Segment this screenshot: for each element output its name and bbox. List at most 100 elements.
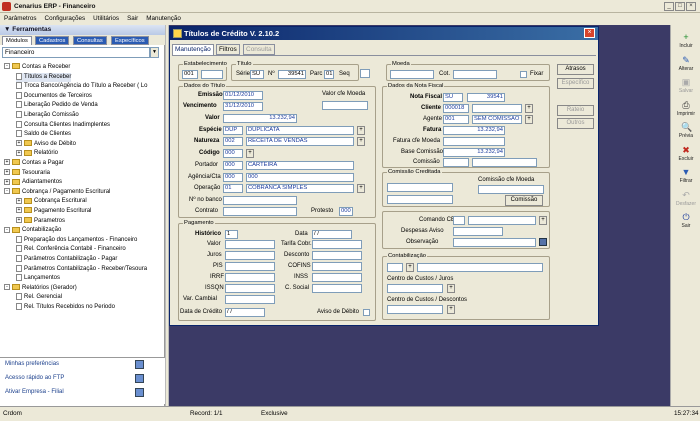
toolbar-edit-button[interactable]: ✎ Alterar [673,54,699,76]
quick-link-ftp[interactable]: Acesso rápido ao FTP [5,375,64,381]
tree-item[interactable]: Documentos de Terceiros [16,91,92,101]
toolbar-filter-button[interactable]: ▼ Filtrar [673,166,699,188]
tree-item[interactable]: + Contas a Pagar [4,159,64,168]
toolbar-save-button[interactable]: ▣ Salvar [673,76,699,98]
conta-field[interactable]: 000 [246,173,354,182]
expand-icon[interactable]: + [4,159,10,166]
tab-especificos[interactable]: Específicos [111,36,149,45]
protesto-field[interactable]: 000 [339,207,353,216]
toolbar-undo-button[interactable]: ↶ Desfazer [673,189,699,211]
especifico-button[interactable]: Específico [557,78,594,89]
var-cambial-field[interactable] [225,295,275,304]
portador-code-field[interactable]: 000 [223,161,243,170]
expand-icon[interactable]: + [16,149,22,156]
tab-filtros[interactable]: Filtros [216,44,240,55]
natureza-lookup-button[interactable]: + [357,137,365,146]
contab-desc-field[interactable] [417,263,543,272]
comissao-field[interactable] [443,158,469,167]
agencia-field[interactable]: 000 [223,173,243,182]
agente-field[interactable]: 001 [443,115,469,124]
tree-item[interactable]: Rel. Conferência Contabil - Financeiro [16,245,126,254]
comissao-moeda-field[interactable] [478,185,544,194]
especie-desc-field[interactable]: DUPLICATA [246,126,354,135]
tree-item[interactable]: + Tesouraria [4,169,50,178]
toolbar-plus-button[interactable]: + Incluir [673,31,699,53]
cotacao-field[interactable] [453,70,497,79]
agente-desc-field[interactable]: SEM COMISSÃO [472,115,522,124]
seq-field[interactable] [360,69,370,78]
comando-ce-desc-field[interactable] [468,216,536,225]
natureza-code-field[interactable]: 002 [223,137,243,146]
estabelecimento-field-2[interactable] [201,70,223,79]
tree-item[interactable]: Rel. Gerencial [16,293,62,302]
toolbar-delete-button[interactable]: ✖ Excluir [673,144,699,166]
tab-cadastros[interactable]: Cadastros [35,36,70,45]
tree-item[interactable]: Preparação dos Lançamentos - Financeiro [16,235,137,245]
quick-link-empresa[interactable]: Ativar Empresa - Filial [5,389,64,395]
irrf-field[interactable] [225,273,275,282]
tree-item[interactable]: + Adiantamentos [4,178,62,187]
menu-parametros[interactable]: Parâmetros [0,13,41,22]
cliente-nome-field[interactable] [472,104,522,113]
collapse-icon[interactable]: - [4,284,10,291]
vencimento-field[interactable]: 31/12/2010 [223,102,263,111]
comissao-button[interactable]: Comissão [505,195,543,206]
atrasos-button[interactable]: Atrasos [557,64,594,75]
maximize-icon[interactable]: □ [675,2,685,11]
moeda-field[interactable] [390,70,434,79]
especie-lookup-button[interactable]: + [357,126,365,135]
cc-descontos-field[interactable] [387,305,443,314]
tree-item[interactable]: + Pagamento Escritural [16,207,91,216]
numero-field[interactable]: 39541 [278,70,306,79]
natureza-desc-field[interactable]: RECEITA DE VENDAS [246,137,354,146]
desconto-field[interactable] [312,251,362,260]
fatura-field[interactable]: 13.232,94 [443,126,505,135]
agente-lookup-button[interactable]: + [525,115,533,124]
operacao-code-field[interactable]: 01 [223,184,243,193]
estabelecimento-field[interactable]: 001 [182,70,198,79]
tree-item[interactable]: + Aviso de Débito [16,140,76,149]
quick-link-preferencias[interactable]: Minhas preferências [5,361,59,367]
comissao-creditada-field[interactable] [387,183,453,192]
toolbar-print-button[interactable]: ⎙ Imprimir [673,99,699,121]
cc-juros-field[interactable] [387,284,443,293]
tree-item[interactable]: Troca Banco/Agência do Título a Receber … [16,82,147,91]
juros-field[interactable] [225,251,275,260]
tab-modulos[interactable]: Módulos [2,36,32,45]
emissao-field[interactable]: 01/12/2010 [223,91,263,100]
menu-configuracoes[interactable]: Configurações [41,13,90,22]
numero-banco-field[interactable] [223,196,297,205]
tree-item[interactable]: Parâmetros Contabilização - Receber/Teso… [16,264,147,274]
observacao-editor-icon[interactable] [539,238,547,246]
expand-icon[interactable]: + [16,217,22,224]
expand-icon[interactable]: + [16,197,22,204]
serie-field[interactable]: SU [250,70,264,79]
tab-consulta[interactable]: Consulta [243,44,275,55]
cliente-lookup-button[interactable]: + [525,104,533,113]
inss-field[interactable] [312,273,362,282]
nf-serie-field[interactable]: SU [443,93,463,102]
valor-field[interactable]: 13.232,94 [223,114,297,123]
tree-item[interactable]: - Contas a Receber [4,63,70,72]
aviso-debito-checkbox[interactable] [363,309,370,316]
outros-button[interactable]: Outros [557,118,594,129]
valor-cfe-moeda-field[interactable] [322,101,368,110]
collapse-icon[interactable]: - [4,188,10,195]
tarifa-field[interactable] [312,240,362,249]
menu-utilitarios[interactable]: Utilitários [89,13,123,22]
tree-item[interactable]: Rel. Títulos Recebidos no Periodo [16,303,115,312]
pag-valor-field[interactable] [225,240,275,249]
close-icon[interactable]: × [584,28,595,38]
operacao-desc-field[interactable]: COBRANCA SIMPLES [246,184,354,193]
parc-field[interactable]: 01 [324,70,334,79]
module-select[interactable]: Financeiro [2,47,150,58]
cliente-field[interactable]: 000018 [443,104,469,113]
tree-item[interactable]: - Cobrança / Pagamento Escritural [4,188,110,197]
tree-item[interactable]: - Contabilização [4,226,61,235]
cofins-field[interactable] [312,262,362,271]
fixar-checkbox[interactable] [520,71,527,78]
expand-icon[interactable]: + [16,207,22,214]
issqn-field[interactable] [225,284,275,293]
tree-item[interactable]: + Relatório [16,149,58,158]
contrato-field[interactable] [223,207,297,216]
